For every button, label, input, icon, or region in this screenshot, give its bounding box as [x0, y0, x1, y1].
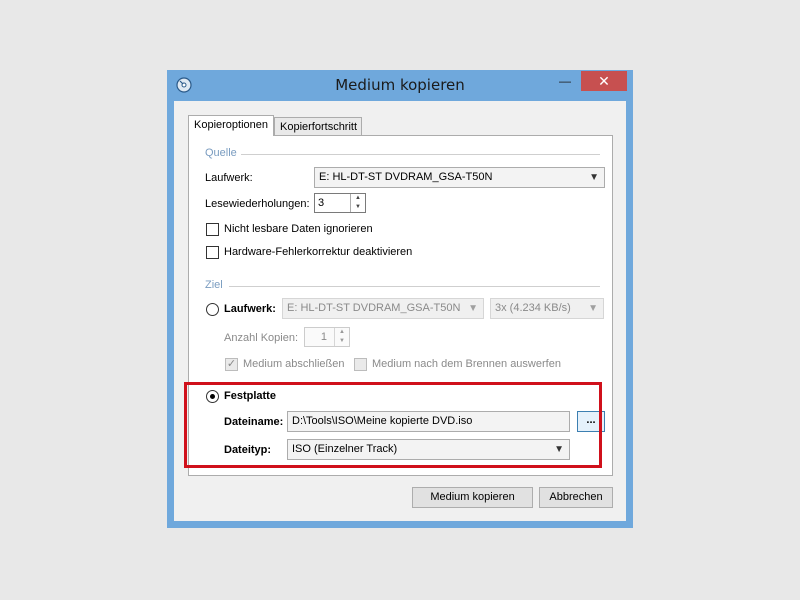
chevron-down-icon: ▼ — [589, 172, 599, 183]
retries-label: Lesewiederholungen: — [205, 198, 310, 210]
cancel-button[interactable]: Abbrechen — [539, 487, 613, 508]
target-drive-label: Laufwerk: — [224, 303, 276, 315]
tab-kopieroptionen[interactable]: Kopieroptionen — [188, 115, 274, 136]
group-divider-source — [241, 154, 600, 155]
chevron-down-icon: ▼ — [588, 303, 598, 314]
target-drive-select[interactable]: E: HL-DT-ST DVDRAM_GSA-T50N ▼ — [282, 298, 484, 319]
target-drive-value: E: HL-DT-ST DVDRAM_GSA-T50N — [287, 302, 461, 314]
group-label-source: Quelle — [205, 147, 237, 159]
close-button[interactable]: ✕ — [581, 71, 627, 91]
disable-hw-correction-label: Hardware-Fehlerkorrektur deaktivieren — [224, 246, 413, 258]
group-label-target: Ziel — [205, 279, 223, 291]
eject-label: Medium nach dem Brennen auswerfen — [372, 358, 561, 370]
tab-kopierfortschritt[interactable]: Kopierfortschritt — [274, 117, 362, 136]
write-speed-value: 3x (4.234 KB/s) — [495, 302, 571, 314]
finalize-label: Medium abschließen — [243, 358, 345, 370]
retries-stepper[interactable]: 3 ▲ ▼ — [314, 193, 366, 213]
retries-value: 3 — [318, 197, 325, 209]
eject-checkbox[interactable] — [354, 358, 367, 371]
target-drive-radio[interactable] — [206, 303, 219, 316]
minimize-button[interactable]: — — [551, 71, 579, 91]
chevron-down-icon: ▼ — [468, 303, 478, 314]
copy-medium-button[interactable]: Medium kopieren — [412, 487, 533, 508]
ignore-unreadable-checkbox[interactable] — [206, 223, 219, 236]
source-drive-select[interactable]: E: HL-DT-ST DVDRAM_GSA-T50N ▼ — [314, 167, 605, 188]
copies-value: 1 — [320, 331, 327, 343]
write-speed-select[interactable]: 3x (4.234 KB/s) ▼ — [490, 298, 604, 319]
copies-stepper[interactable]: 1 ▲ ▼ — [304, 327, 350, 347]
spin-arrows-icon[interactable]: ▲ ▼ — [334, 328, 349, 346]
source-drive-label: Laufwerk: — [205, 172, 253, 184]
disable-hw-correction-checkbox[interactable] — [206, 246, 219, 259]
spin-arrows-icon[interactable]: ▲ ▼ — [350, 194, 365, 212]
finalize-checkbox[interactable]: ✓ — [225, 358, 238, 371]
ignore-unreadable-label: Nicht lesbare Daten ignorieren — [224, 223, 373, 235]
annotation-highlight-box — [184, 382, 602, 468]
source-drive-value: E: HL-DT-ST DVDRAM_GSA-T50N — [319, 171, 493, 183]
title-bar[interactable]: Medium kopieren — ✕ — [167, 70, 633, 101]
group-divider-target — [229, 286, 600, 287]
copies-label: Anzahl Kopien: — [224, 332, 298, 344]
